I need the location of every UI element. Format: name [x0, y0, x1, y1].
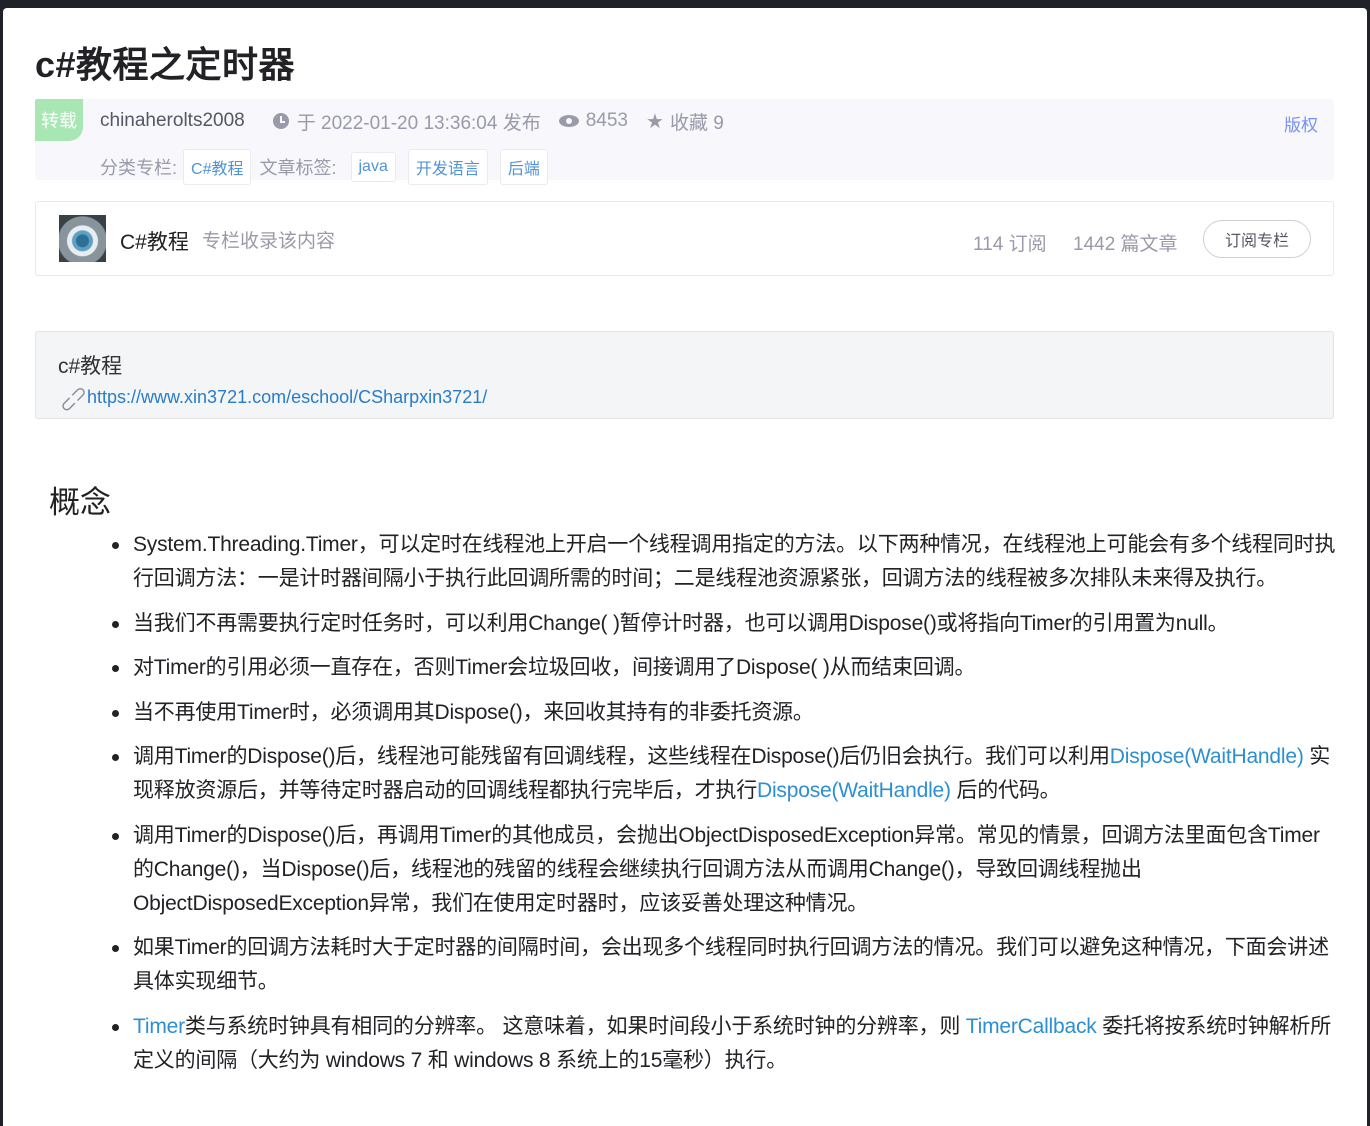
article-page: c#教程之定时器 转载 chinaherolts2008 于 2022-01-2… — [3, 8, 1367, 1126]
doc-link[interactable]: Dispose(WaitHandle) — [1110, 745, 1304, 768]
list-item: 调用Timer的Dispose()后，再调用Timer的其他成员，会抛出Obje… — [75, 819, 1340, 921]
list-item-text: 类与系统时钟具有相同的分辨率。 这意味着，如果时间段小于系统时钟的分辨率，则 — [184, 1014, 966, 1038]
clock-icon — [272, 113, 289, 129]
copyright-link[interactable]: 版权 — [1284, 111, 1318, 136]
concept-bullet-list: System.Threading.Timer，可以定时在线程池上开启一个线程调用… — [75, 528, 1340, 1088]
list-item: System.Threading.Timer，可以定时在线程池上开启一个线程调用… — [75, 528, 1340, 596]
list-item-text: 当我们不再需要执行定时任务时，可以利用Change( )暂停计时器，也可以调用D… — [133, 611, 1229, 635]
eye-icon — [558, 115, 579, 127]
list-item-text: 调用Timer的Dispose()后，再调用Timer的其他成员，会抛出Obje… — [133, 823, 1320, 915]
star-icon: ★ — [646, 110, 664, 133]
list-item-text: 当不再使用Timer时，必须调用其Dispose()，来回收其持有的非委托资源。 — [133, 700, 814, 724]
view-count: 8453 — [558, 110, 628, 132]
repost-badge: 转载 — [35, 99, 83, 141]
tag-java[interactable]: java — [350, 152, 396, 182]
column-subscribers: 114 订阅 — [973, 234, 1047, 255]
author-link[interactable]: chinaherolts2008 — [100, 110, 245, 132]
list-item: 当不再使用Timer时，必须调用其Dispose()，来回收其持有的非委托资源。 — [75, 696, 1340, 730]
column-article-count: 1442 篇文章 — [1073, 234, 1178, 255]
publish-time: 于 2022-01-20 13:36:04 发布 — [296, 112, 541, 134]
list-item-text: System.Threading.Timer，可以定时在线程池上开启一个线程调用… — [133, 533, 1336, 590]
list-item: Timer类与系统时钟具有相同的分辨率。 这意味着，如果时间段小于系统时钟的分辨… — [75, 1010, 1340, 1078]
doc-link[interactable]: Timer — [133, 1015, 185, 1038]
favorite-button[interactable]: ★ 收藏 9 — [646, 108, 724, 135]
list-item: 调用Timer的Dispose()后，线程池可能残留有回调线程，这些线程在Dis… — [75, 740, 1340, 808]
article-meta-box: 转载 chinaherolts2008 于 2022-01-20 13:36:0… — [35, 99, 1334, 185]
link-card: c#教程 ⊂⊃ https://www.xin3721.com/eschool/… — [35, 331, 1334, 419]
list-item-text: 后的代码。 — [950, 779, 1061, 802]
favorite-count: 收藏 9 — [669, 112, 724, 134]
doc-link[interactable]: Dispose(WaitHandle) — [757, 779, 951, 802]
list-item: 如果Timer的回调方法耗时大于定时器的间隔时间，会出现多个线程同时执行回调方法… — [75, 931, 1340, 999]
column-avatar[interactable] — [59, 215, 106, 262]
tags-label: 文章标签: — [259, 158, 337, 178]
list-item: 当我们不再需要执行定时任务时，可以利用Change( )暂停计时器，也可以调用D… — [75, 607, 1340, 641]
section-title: 概念 — [49, 485, 111, 520]
meta-info-row: chinaherolts2008 于 2022-01-20 13:36:04 发… — [100, 107, 742, 135]
category-label: 分类专栏: — [100, 158, 178, 178]
browser-top-strip — [0, 0, 1370, 8]
link-card-title: c#教程 — [58, 355, 123, 378]
column-name[interactable]: C#教程 — [120, 226, 189, 256]
link-card-url[interactable]: https://www.xin3721.com/eschool/CSharpxi… — [87, 387, 487, 408]
category-tag[interactable]: C#教程 — [183, 149, 252, 185]
article-title: c#教程之定时器 — [35, 44, 296, 85]
tag-backend[interactable]: 后端 — [499, 149, 548, 185]
list-item-text: 调用Timer的Dispose()后，线程池可能残留有回调线程，这些线程在Dis… — [133, 745, 1110, 768]
list-item-text: 如果Timer的回调方法耗时大于定时器的间隔时间，会出现多个线程同时执行回调方法… — [133, 936, 1329, 993]
column-card: C#教程 专栏收录该内容 114 订阅 1442 篇文章 订阅专栏 — [35, 201, 1334, 276]
column-note: 专栏收录该内容 — [202, 231, 336, 252]
list-item-text: 对Timer的引用必须一直存在，否则Timer会垃圾回收，间接调用了Dispos… — [133, 656, 976, 679]
view-count-value: 8453 — [585, 110, 628, 131]
tag-dev-language[interactable]: 开发语言 — [407, 149, 488, 185]
tags-row: 分类专栏: C#教程 文章标签: java 开发语言 后端 — [100, 149, 556, 185]
list-item: 对Timer的引用必须一直存在，否则Timer会垃圾回收，间接调用了Dispos… — [75, 651, 1340, 685]
subscribe-column-button[interactable]: 订阅专栏 — [1203, 220, 1311, 258]
publish-info: 于 2022-01-20 13:36:04 发布 — [272, 108, 541, 135]
doc-link[interactable]: TimerCallback — [966, 1015, 1097, 1038]
